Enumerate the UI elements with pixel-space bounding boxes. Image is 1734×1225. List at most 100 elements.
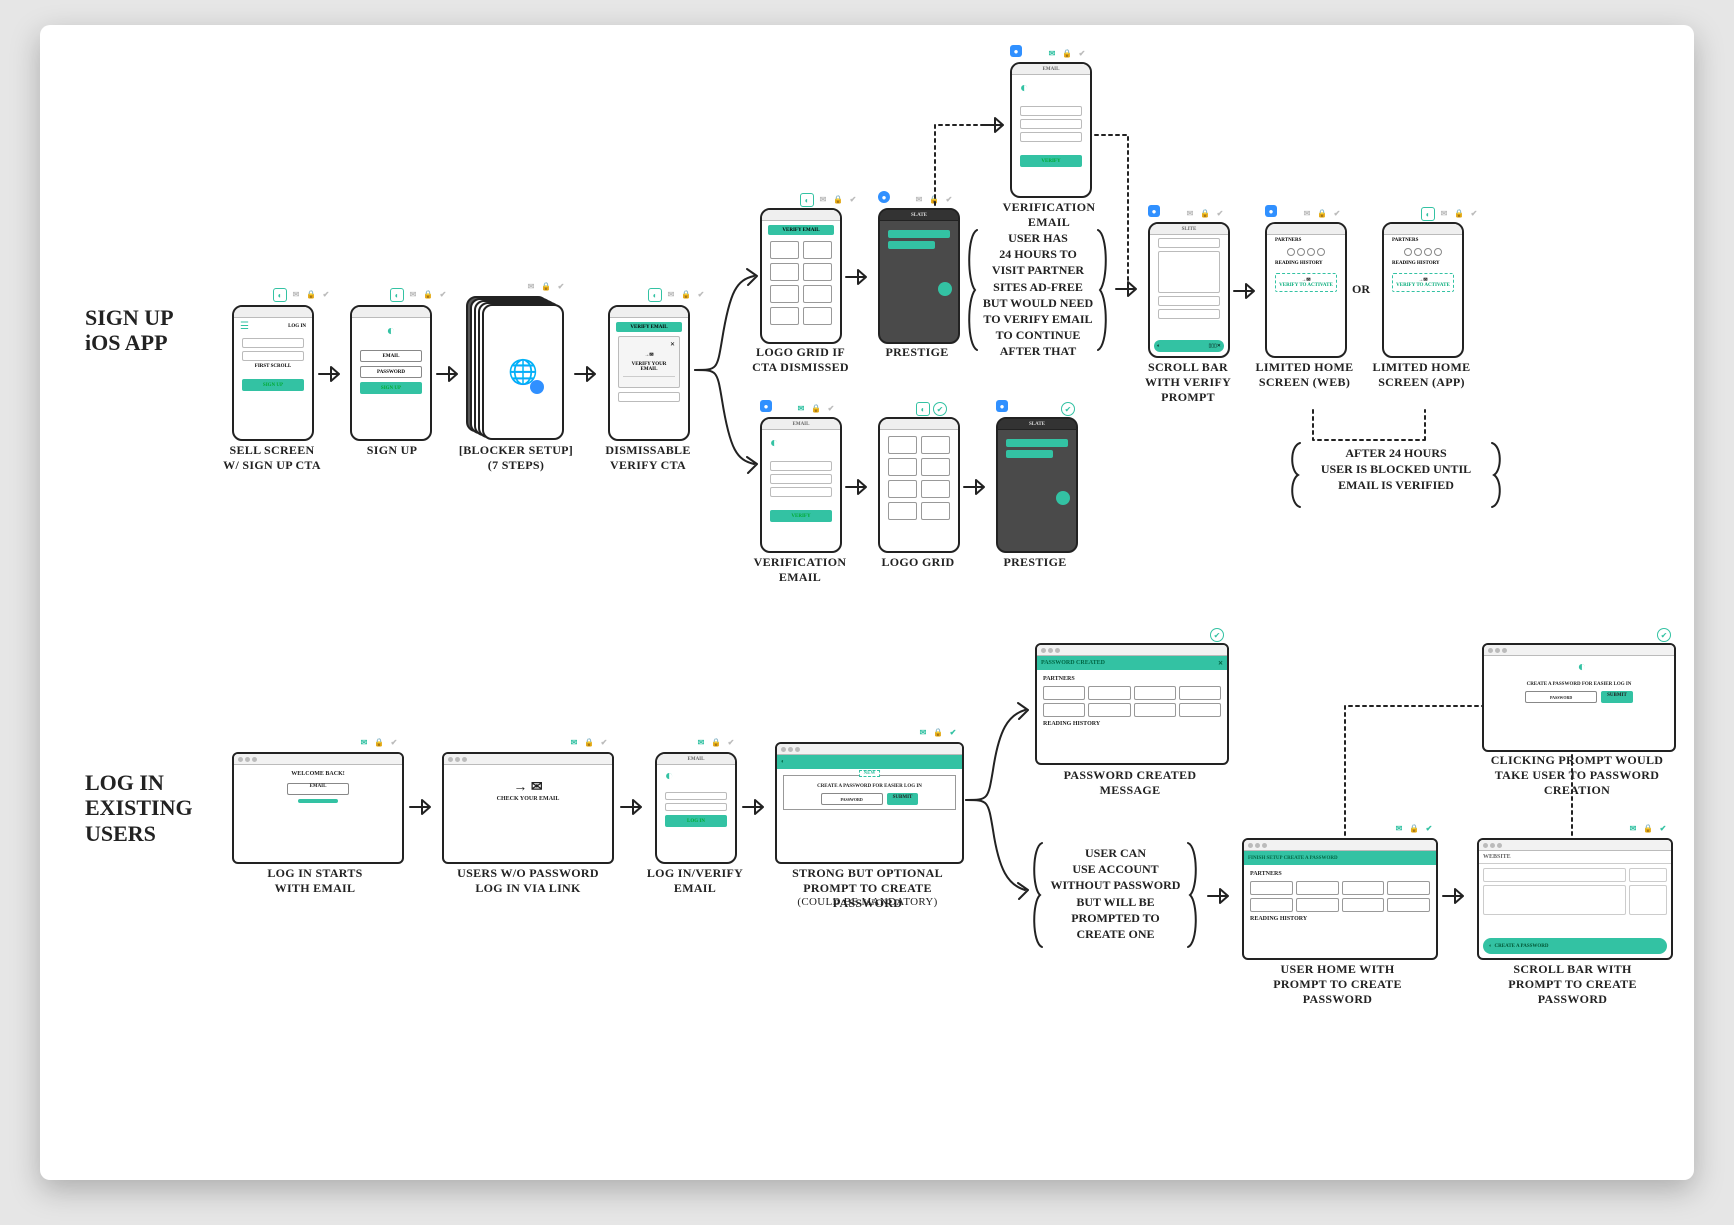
arrow-icon — [618, 795, 648, 819]
logo-grid-dismissed: VERIFY EMAIL — [760, 208, 842, 344]
login-btn: LOG IN — [665, 815, 727, 827]
verify-activate: VERIFY TO ACTIVATE — [1396, 283, 1450, 288]
scroll-prompt-window: WEBSITE ◐ CREATE A PASSWORD — [1477, 838, 1673, 960]
verify-cta-screen: VERIFY EMAIL ✕ →✉ VERIFY YOUR EMAIL — [608, 305, 690, 441]
arrow-icon — [843, 475, 873, 499]
password-field: PASSWORD — [360, 366, 422, 378]
verify-email-top-browser-badge: ● — [1010, 45, 1022, 57]
arrow-icon — [1231, 279, 1261, 303]
prestige-bottom: SLATE — [996, 417, 1078, 553]
pw-created-check: ✔ — [1210, 628, 1224, 642]
arrow-icon — [434, 362, 464, 386]
login-email-window: WELCOME BACK! EMAIL — [232, 752, 404, 864]
verify-msg: VERIFY YOUR EMAIL — [623, 362, 675, 372]
scroll-badges: ✉🔒✔ — [1184, 207, 1226, 219]
arrow-icon — [980, 113, 1010, 137]
login-verify-email: EMAIL ◐ LOG IN — [655, 752, 737, 864]
slite-brand: SLITE — [1182, 227, 1197, 232]
pw-field: PASSWORD — [1525, 691, 1597, 703]
logo-icon: ◐ — [1484, 656, 1674, 676]
check-email-window: → ✉ CHECK YOUR EMAIL — [442, 752, 614, 864]
slate-brand: SLATE — [911, 213, 927, 218]
website-brand: WEBSITE — [1479, 851, 1671, 864]
pw-prompt-window: ◐ NEW CREATE A PASSWORD FOR EASIER LOG I… — [775, 742, 964, 864]
submit-btn: SUBMIT — [1601, 691, 1633, 703]
logo-grid-bottom — [878, 417, 960, 553]
prestige-bot-check: ✔ — [1061, 402, 1075, 416]
finish-setup: FINISH SETUP CREATE A PASSWORD — [1248, 856, 1338, 861]
arrow-icon — [316, 362, 346, 386]
arrow-icon — [407, 795, 437, 819]
reading-label: READING HISTORY — [1043, 721, 1221, 727]
prompt-badges: ✉🔒✔ — [917, 726, 959, 738]
logo-icon: ◐ — [657, 765, 735, 789]
reading-label: READING HISTORY — [1250, 916, 1430, 922]
scrollbar-verify: SLITE ◐▯▯▯✕ — [1148, 222, 1230, 358]
email-head: EMAIL — [1043, 67, 1060, 72]
bracket-left — [1288, 440, 1302, 515]
or-label: OR — [1352, 282, 1370, 297]
signup-screen: ◐ EMAIL PASSWORD SIGN UP — [350, 305, 432, 441]
create-prompt: CREATE A PASSWORD — [1495, 944, 1549, 949]
login-flow-title: LOG IN EXISTING USERS — [85, 770, 193, 846]
blocker-badges: ✉🔒✔ — [525, 280, 567, 292]
login-caption: LOG IN STARTS WITH EMAIL — [250, 866, 380, 896]
reading-label: READING HISTORY — [1384, 258, 1462, 269]
partners-label: PARTNERS — [1267, 235, 1345, 246]
create-pw-text: CREATE A PASSWORD FOR EASIER LOG IN — [1490, 682, 1668, 687]
scroll-badges: ✉🔒✔ — [1627, 822, 1669, 834]
verify-head: VERIFY EMAIL — [616, 322, 682, 332]
pw-created-head: PASSWORD CREATED — [1041, 660, 1105, 666]
new-badge: NEW — [859, 770, 881, 777]
scroll-caption: SCROLL BAR WITH VERIFY PROMPT — [1133, 360, 1243, 405]
bracket-right — [1186, 840, 1200, 955]
user-home-prompt: FINISH SETUP CREATE A PASSWORD PARTNERS … — [1242, 838, 1438, 960]
limited-web-badges: ✉🔒✔ — [1301, 207, 1343, 219]
grid-bot-caption: LOGO GRID — [868, 555, 968, 570]
blocker-stack: 🌐 — [466, 296, 566, 446]
arrow-icon — [572, 362, 602, 386]
submit-btn: SUBMIT — [887, 793, 919, 805]
arrow-icon — [1440, 884, 1470, 908]
sell-badges: ◐✉🔒✔ — [273, 288, 332, 302]
arrow-icon — [740, 795, 770, 819]
email-field: EMAIL — [360, 350, 422, 362]
partners-label: PARTNERS — [1384, 235, 1462, 246]
prompt-sub: (COULD BE MANDATORY) — [770, 896, 965, 910]
slate-brand: SLATE — [1029, 422, 1045, 427]
limited-home-app: PARTNERS READING HISTORY →✉ VERIFY TO AC… — [1382, 222, 1464, 358]
verify-email-top-badges: ✉🔒✔ — [1046, 47, 1088, 59]
scroll-prompt-caption: SCROLL BAR WITH PROMPT TO CREATE PASSWOR… — [1490, 962, 1655, 1007]
limited-app-badges: ◐✉🔒✔ — [1421, 207, 1480, 221]
mail-arrow-icon: → ✉ — [450, 779, 606, 796]
verification-email-top: EMAIL ◐ VERIFY — [1010, 62, 1092, 198]
partners-label: PARTNERS — [1250, 871, 1430, 877]
arrow-icon — [961, 475, 991, 499]
email-field: EMAIL — [287, 783, 349, 795]
bracket-left — [965, 225, 979, 360]
check-email-text: CHECK YOUR EMAIL — [450, 796, 606, 802]
verify-caption: LOG IN/VERIFY EMAIL — [640, 866, 750, 896]
verification-email-caption: VERIFICATION EMAIL — [750, 555, 850, 585]
signup-badges: ◐✉🔒✔ — [390, 288, 449, 302]
login-badges: ✉🔒✔ — [358, 736, 400, 748]
welcome-text: WELCOME BACK! — [240, 771, 396, 777]
24hr-note: USER HAS 24 HOURS TO VISIT PARTNER SITES… — [982, 230, 1094, 360]
email-head: EMAIL — [793, 422, 810, 427]
hamburger-icon: ☰ — [240, 321, 249, 332]
reading-label: READING HISTORY — [1267, 258, 1345, 269]
partners-label: PARTNERS — [1043, 676, 1221, 682]
clicking-prompt-window: ◐ CREATE A PASSWORD FOR EASIER LOG IN PA… — [1482, 643, 1676, 752]
mail-icon: →✉ — [623, 352, 675, 358]
verify-head: VERIFY EMAIL — [768, 225, 834, 235]
click-caption: CLICKING PROMPT WOULD TAKE USER TO PASSW… — [1487, 753, 1667, 798]
signup-flow-title: SIGN UP iOS APP — [85, 305, 174, 356]
signup-caption: SIGN UP — [353, 443, 431, 458]
grid-badges: ◐✉🔒✔ — [800, 193, 859, 207]
limited-app-caption: LIMITED HOME SCREEN (APP) — [1369, 360, 1474, 390]
sell-caption: SELL SCREEN W/ SIGN UP CTA — [222, 443, 322, 473]
logo-icon: ◐ — [762, 430, 840, 458]
pw-field: PASSWORD — [821, 793, 883, 805]
check-badges: ✉🔒✔ — [568, 736, 610, 748]
logo-icon: ◐ — [352, 318, 430, 346]
